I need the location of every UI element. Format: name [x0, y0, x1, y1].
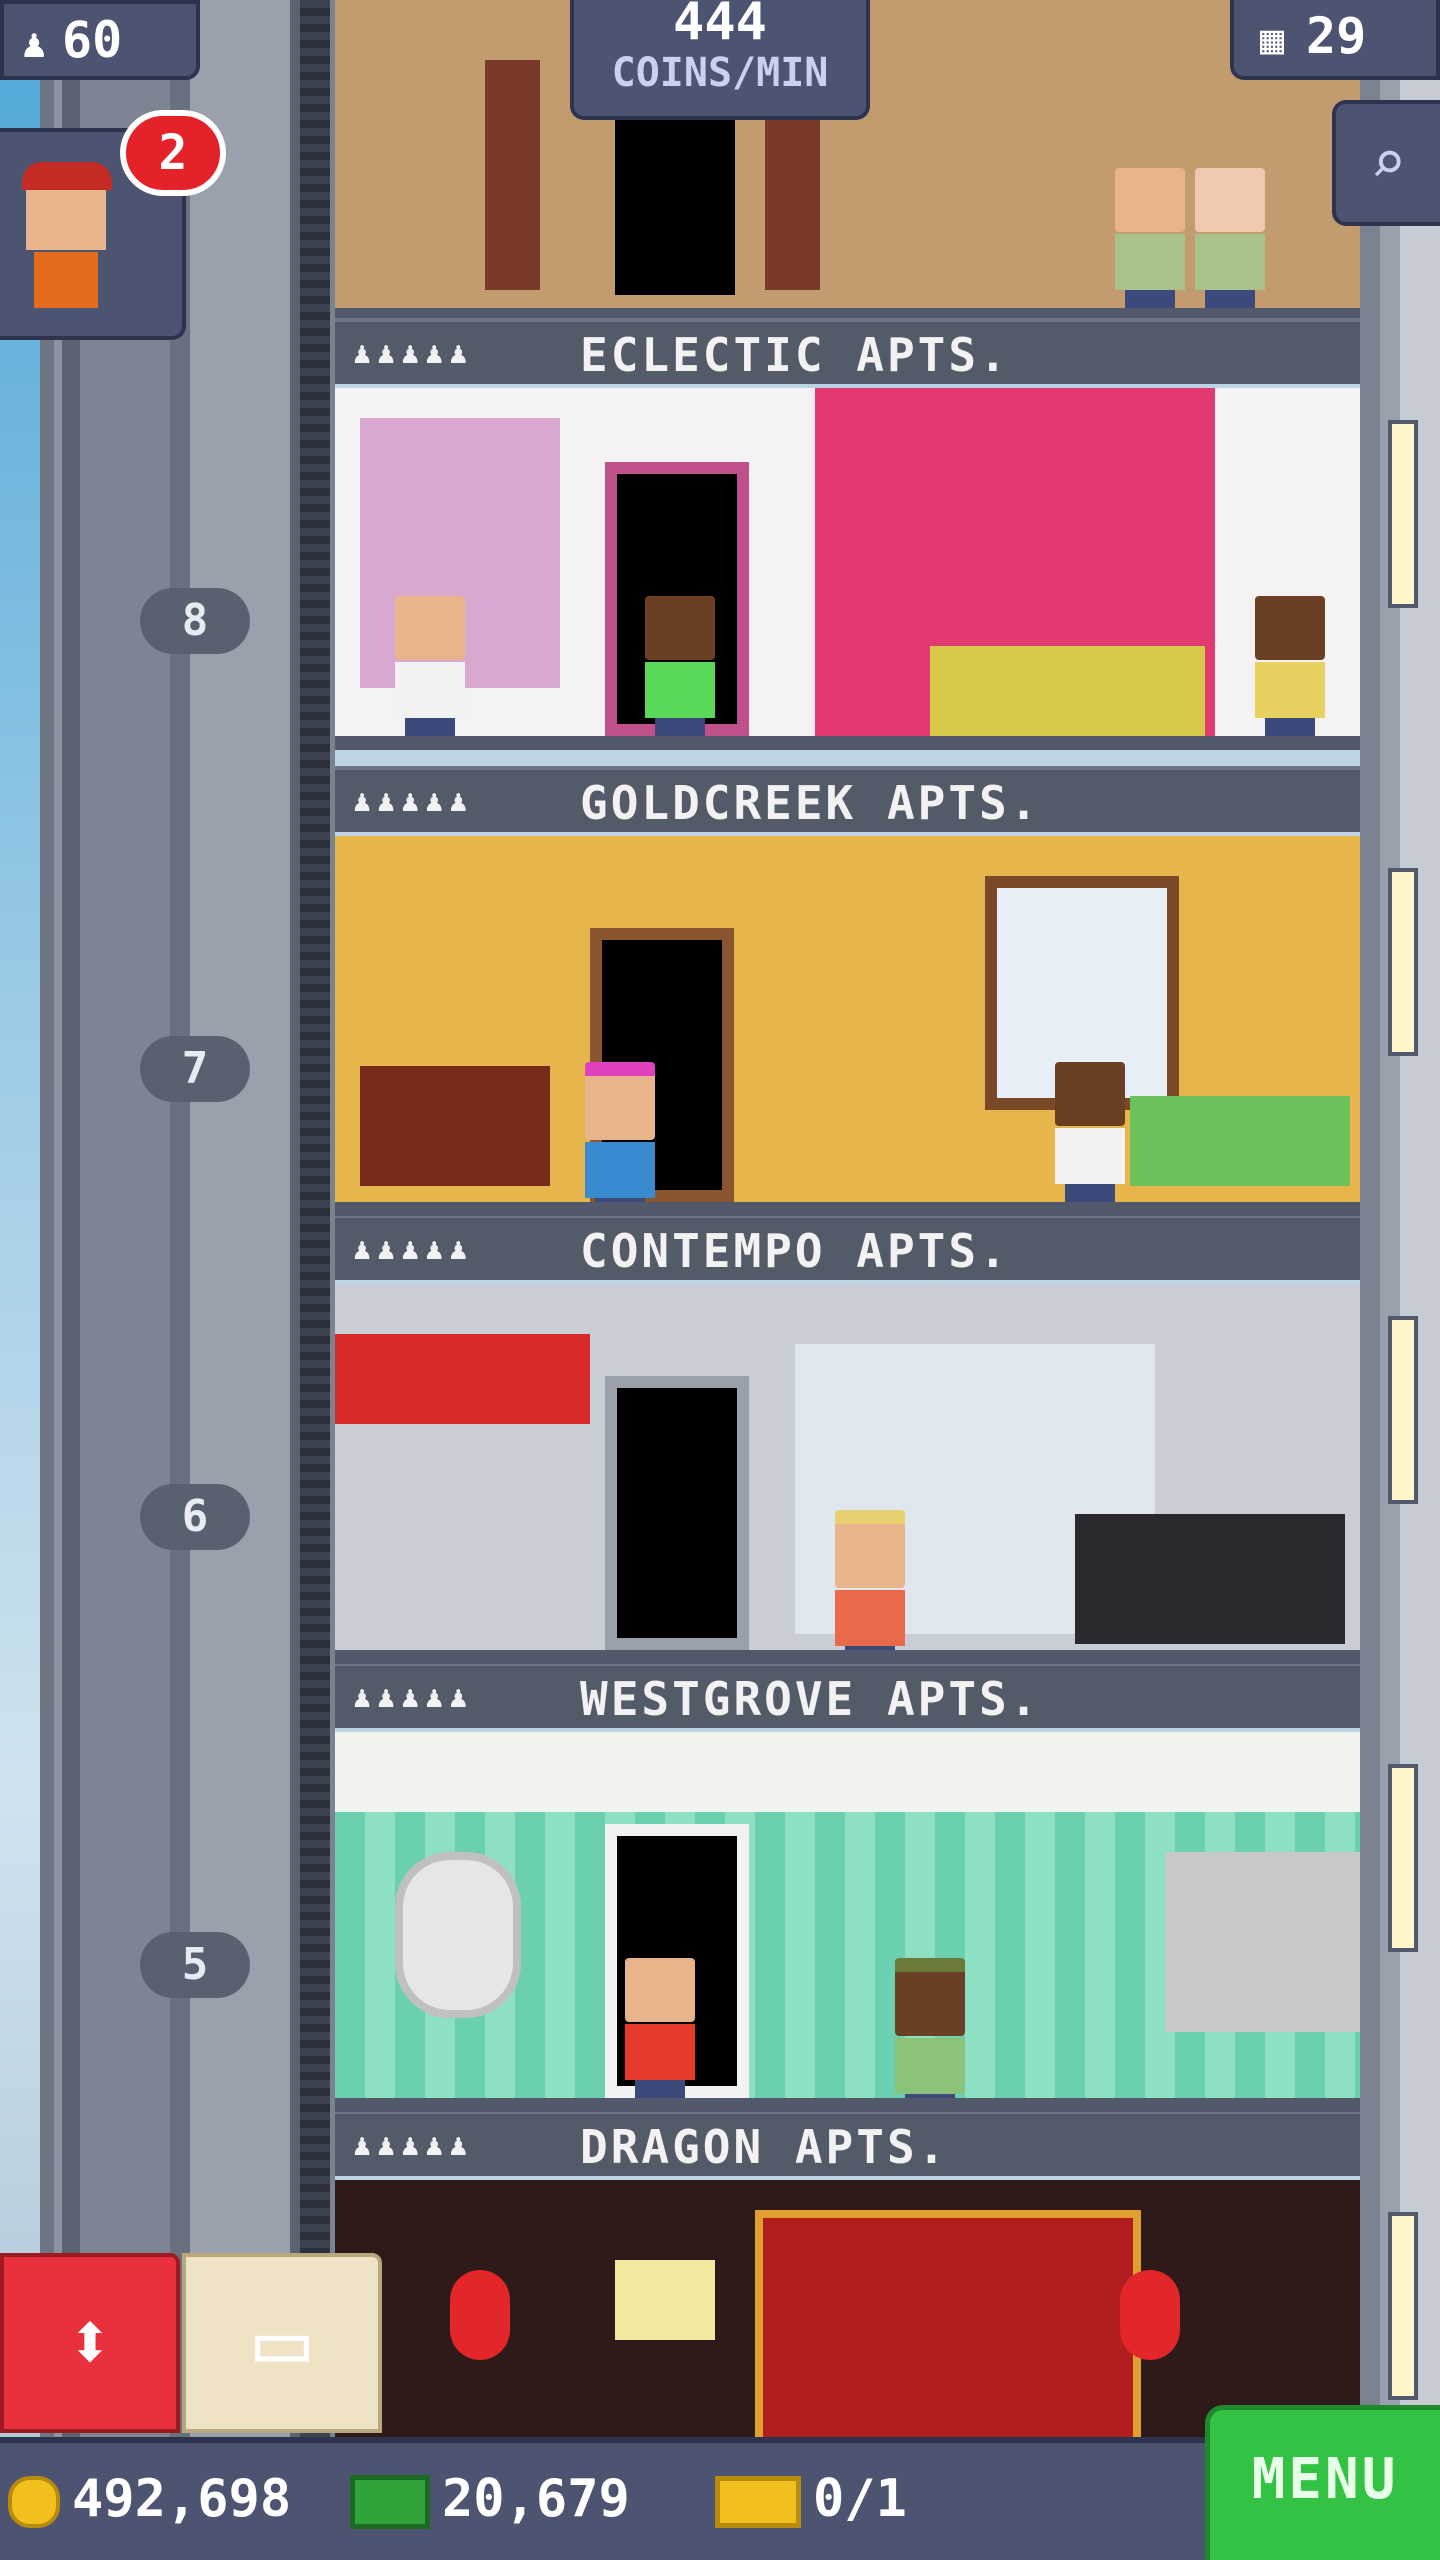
- tower-window: [1388, 868, 1418, 1056]
- apartment-label-contempo[interactable]: ♟♟♟♟♟ CONTEMPO APTS.: [335, 1214, 1360, 1280]
- floor-number-7: 7: [140, 1036, 250, 1102]
- menu-button[interactable]: MENU: [1205, 2405, 1440, 2560]
- apartment-label-dragon[interactable]: ♟♟♟♟♟ DRAGON APTS.: [335, 2110, 1360, 2176]
- coins-value: 492,698: [72, 2469, 292, 2529]
- resident[interactable]: [1195, 168, 1265, 308]
- floor-number-8: 8: [140, 588, 250, 654]
- storage-button[interactable]: ▭: [182, 2253, 382, 2433]
- residents-icon: ♟♟♟♟♟: [353, 1680, 474, 1715]
- resident[interactable]: [895, 1958, 965, 2112]
- tickets-value: 0/1: [813, 2469, 907, 2529]
- population-counter[interactable]: ♟ 60: [0, 0, 200, 80]
- room-goldcreek[interactable]: [335, 388, 1360, 750]
- apartment-label-westgrove[interactable]: ♟♟♟♟♟ WESTGROVE APTS.: [335, 1662, 1360, 1728]
- coins-per-min-unit: COINS/MIN: [611, 50, 829, 96]
- golden-ticket-icon: [715, 2476, 801, 2528]
- resident[interactable]: [625, 1958, 695, 2098]
- elevator-button[interactable]: ⬍: [0, 2253, 180, 2433]
- tickets-stat[interactable]: 0/1: [715, 2443, 907, 2560]
- resident[interactable]: [1055, 1062, 1125, 1202]
- visitor-avatar: [18, 162, 118, 312]
- room-westgrove[interactable]: [335, 1284, 1360, 1664]
- floors-value: 29: [1306, 7, 1367, 65]
- room-contempo[interactable]: [335, 836, 1360, 1216]
- coin-icon: [8, 2476, 60, 2528]
- zoom-out-button[interactable]: ⌕: [1332, 100, 1440, 226]
- up-down-arrows-icon: ⬍: [65, 2295, 115, 2388]
- bed: [1075, 1514, 1345, 1644]
- residents-icon: ♟♟♟♟♟: [353, 1232, 474, 1267]
- room-dragon[interactable]: [335, 1732, 1360, 2112]
- building-icon: ▦: [1260, 17, 1285, 63]
- dragon-tapestry: [755, 2210, 1141, 2440]
- coins-per-min-value: 444: [673, 0, 767, 52]
- tower-window: [1388, 2212, 1418, 2400]
- window: [615, 2260, 715, 2340]
- bux-value: 20,679: [442, 2469, 630, 2529]
- floor-number-5: 5: [140, 1932, 250, 1998]
- apartment-label-eclectic[interactable]: ♟♟♟♟♟ ECLECTIC APTS.: [335, 318, 1360, 384]
- lantern: [450, 2270, 510, 2360]
- door: [605, 1376, 749, 1650]
- residents-icon: ♟♟♟♟♟: [353, 2128, 474, 2163]
- tower-window: [1388, 1316, 1418, 1504]
- lantern: [1120, 2270, 1180, 2360]
- person-icon: ♟: [22, 21, 47, 67]
- resident[interactable]: [1255, 596, 1325, 736]
- wall-stripe: [335, 1334, 590, 1424]
- elevator-shaft[interactable]: [40, 0, 335, 2440]
- coins-per-minute-panel[interactable]: 444 COINS/MIN: [570, 0, 870, 120]
- tower-window: [1388, 420, 1418, 608]
- room-chinese[interactable]: [335, 2180, 1360, 2440]
- resident[interactable]: [1115, 168, 1185, 308]
- floor-number-6: 6: [140, 1484, 250, 1550]
- coins-stat[interactable]: 492,698: [8, 2443, 291, 2560]
- sofa: [930, 646, 1205, 736]
- resident[interactable]: [585, 1062, 655, 1216]
- apartment-label-goldcreek[interactable]: ♟♟♟♟♟ GOLDCREEK APTS.: [335, 766, 1360, 832]
- door: [615, 110, 735, 295]
- tower-window: [1388, 1764, 1418, 1952]
- tv-stand: [360, 1066, 550, 1186]
- sofa: [1130, 1096, 1350, 1186]
- visitor-count-badge[interactable]: 2: [120, 110, 226, 196]
- mirror: [395, 1852, 521, 2018]
- apartment-name: ECLECTIC APTS.: [580, 328, 1010, 382]
- residents-icon: ♟♟♟♟♟: [353, 336, 474, 371]
- floor-counter[interactable]: ▦ 29: [1230, 0, 1440, 80]
- resident[interactable]: [645, 596, 715, 736]
- apartment-name: DRAGON APTS.: [580, 2120, 949, 2174]
- storage-box-icon: ▭: [254, 2289, 310, 2394]
- tiki-statue: [485, 60, 540, 290]
- fridge: [1165, 1852, 1360, 2032]
- residents-icon: ♟♟♟♟♟: [353, 784, 474, 819]
- tower-bux-icon: [350, 2475, 430, 2529]
- apartment-name: WESTGROVE APTS.: [580, 1672, 1041, 1726]
- resident[interactable]: [835, 1510, 905, 1664]
- population-value: 60: [62, 11, 123, 69]
- bux-stat[interactable]: 20,679: [350, 2443, 630, 2560]
- tower-outer-wall: [1360, 0, 1440, 2440]
- resident[interactable]: [395, 596, 465, 736]
- apartment-name: GOLDCREEK APTS.: [580, 776, 1041, 830]
- elevator-track: [300, 0, 330, 2440]
- zoom-out-icon: ⌕: [1369, 128, 1407, 198]
- apartment-name: CONTEMPO APTS.: [580, 1224, 1010, 1278]
